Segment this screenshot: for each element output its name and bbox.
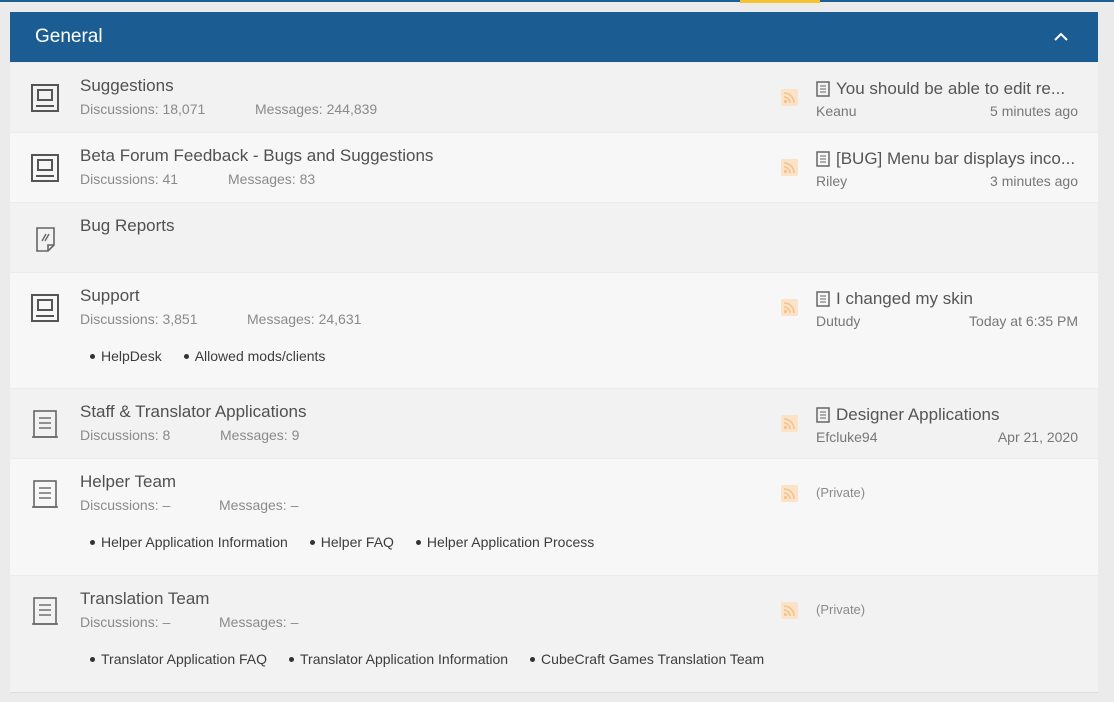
node-discussions: Discussions: 41 [80, 171, 179, 187]
node-title[interactable]: Staff & Translator Applications [80, 402, 306, 422]
latest-user[interactable]: Riley [816, 173, 847, 189]
node-discussions: Discussions: – [80, 614, 171, 630]
document-icon [816, 407, 830, 423]
subforum-list: Translator Application FAQ Translator Ap… [90, 651, 786, 667]
node-messages: Messages: – [219, 614, 299, 630]
subforum-link[interactable]: HelpDesk [90, 348, 162, 364]
category-icon [32, 410, 58, 438]
node-support: Support Discussions: 3,851 Messages: 24,6… [10, 272, 1098, 388]
node-title[interactable]: Support [80, 286, 140, 306]
rss-icon[interactable] [781, 602, 798, 619]
latest-thread-link[interactable]: [BUG] Menu bar displays inco... [816, 149, 1078, 169]
latest-post: Designer Applications Efcluke94 Apr 21, 2… [816, 405, 1078, 445]
subforum-link[interactable]: Allowed mods/clients [184, 348, 326, 364]
private-label: (Private) [816, 602, 866, 617]
latest-post: [BUG] Menu bar displays inco... Riley 3 m… [816, 149, 1078, 189]
node-messages: Messages: 83 [228, 171, 316, 187]
node-title[interactable]: Translation Team [80, 589, 209, 609]
node-messages: Messages: 9 [220, 427, 300, 443]
category-icon [32, 480, 58, 508]
latest-post: You should be able to edit re... Keanu 5 … [816, 79, 1078, 119]
latest-thread-link[interactable]: You should be able to edit re... [816, 79, 1078, 99]
node-discussions: Discussions: 18,071 [80, 101, 206, 117]
forum-icon [31, 294, 59, 322]
latest-thread-link[interactable]: I changed my skin [816, 289, 1078, 309]
link-forum-icon [36, 227, 55, 252]
chevron-up-icon [1054, 32, 1068, 41]
node-bug-reports: Bug Reports [10, 202, 1098, 272]
latest-time: 5 minutes ago [990, 103, 1078, 119]
node-discussions: Discussions: 3,851 [80, 311, 198, 327]
node-staff-applications: Staff & Translator Applications Discussi… [10, 388, 1098, 458]
document-icon [816, 151, 830, 167]
node-discussions: Discussions: 8 [80, 427, 171, 443]
node-messages: Messages: 24,631 [247, 311, 362, 327]
latest-post: I changed my skin Dutudy Today at 6:35 PM [816, 289, 1078, 329]
subforum-link[interactable]: Helper Application Information [90, 534, 288, 550]
forum-block-general: General Suggestions Discussions: 18,071 M… [10, 12, 1098, 693]
document-icon [816, 291, 830, 307]
subforum-list: Helper Application Information Helper FA… [90, 534, 616, 550]
node-messages: Messages: 244,839 [255, 101, 378, 117]
category-icon [32, 597, 58, 625]
private-label: (Private) [816, 485, 866, 500]
rss-icon[interactable] [781, 299, 798, 316]
block-header: General [10, 12, 1098, 62]
node-beta-forum-feedback: Beta Forum Feedback - Bugs and Suggestio… [10, 132, 1098, 202]
subforum-link[interactable]: Translator Application Information [289, 651, 508, 667]
node-title[interactable]: Suggestions [80, 76, 174, 96]
rss-icon[interactable] [781, 485, 798, 502]
node-translation-team: Translation Team Discussions: – Messages:… [10, 575, 1098, 692]
subforum-link[interactable]: Helper FAQ [310, 534, 394, 550]
node-suggestions: Suggestions Discussions: 18,071 Messages:… [10, 62, 1098, 132]
latest-time: Apr 21, 2020 [997, 429, 1078, 445]
collapse-button[interactable] [1049, 25, 1073, 49]
node-helper-team: Helper Team Discussions: – Messages: – He… [10, 458, 1098, 575]
top-bar-accent [740, 0, 820, 3]
latest-user[interactable]: Efcluke94 [816, 429, 877, 445]
rss-icon[interactable] [781, 89, 798, 106]
latest-user[interactable]: Keanu [816, 103, 856, 119]
latest-time: Today at 6:35 PM [969, 313, 1078, 329]
top-bar [0, 0, 1114, 2]
node-messages: Messages: – [219, 497, 299, 513]
forum-icon [31, 84, 59, 112]
node-title[interactable]: Beta Forum Feedback - Bugs and Suggestio… [80, 146, 433, 166]
subforum-link[interactable]: Helper Application Process [416, 534, 594, 550]
latest-thread-link[interactable]: Designer Applications [816, 405, 1078, 425]
node-title[interactable]: Helper Team [80, 472, 176, 492]
forum-icon [31, 154, 59, 182]
block-title[interactable]: General [35, 26, 103, 48]
latest-thread-title: Designer Applications [836, 405, 1000, 424]
document-icon [816, 81, 830, 97]
latest-thread-title: You should be able to edit re... [836, 79, 1066, 98]
subforum-link[interactable]: CubeCraft Games Translation Team [530, 651, 764, 667]
node-discussions: Discussions: – [80, 497, 171, 513]
subforum-link[interactable]: Translator Application FAQ [90, 651, 267, 667]
latest-user[interactable]: Dutudy [816, 313, 860, 329]
rss-icon[interactable] [781, 159, 798, 176]
node-title[interactable]: Bug Reports [80, 216, 175, 236]
subforum-list: HelpDesk Allowed mods/clients [90, 348, 347, 364]
node-list: Suggestions Discussions: 18,071 Messages:… [10, 62, 1098, 692]
latest-thread-title: I changed my skin [836, 289, 974, 308]
latest-thread-title: [BUG] Menu bar displays inco... [836, 149, 1076, 168]
rss-icon[interactable] [781, 415, 798, 432]
latest-time: 3 minutes ago [990, 173, 1078, 189]
